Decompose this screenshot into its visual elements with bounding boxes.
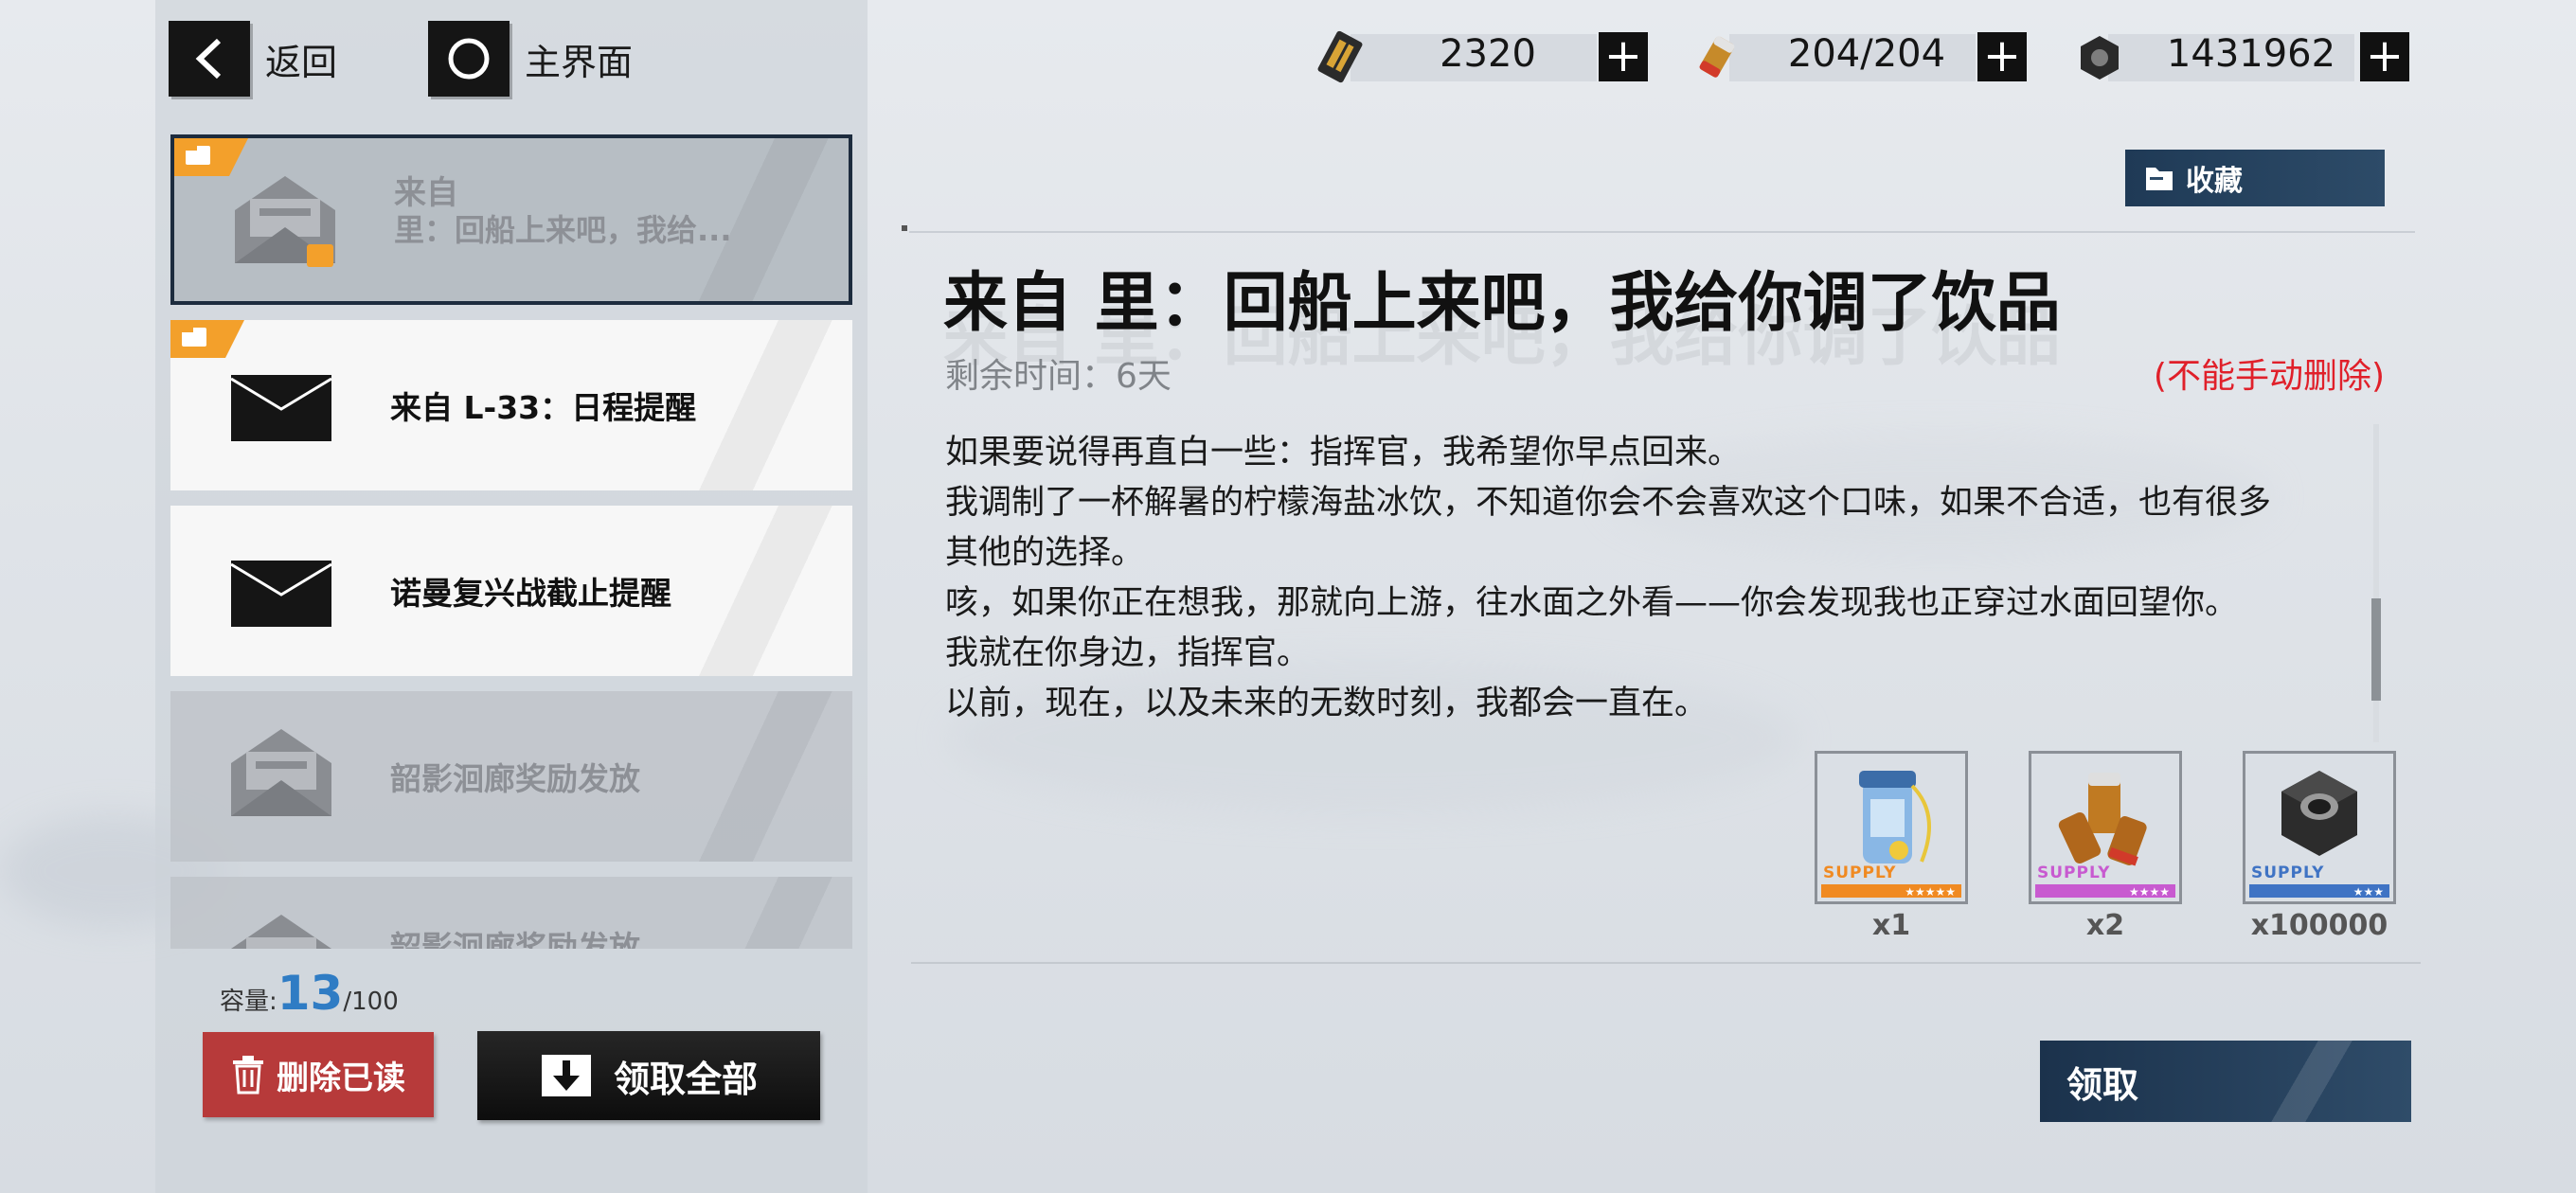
collect-all-button[interactable]: 领取全部	[477, 1031, 820, 1120]
new-flag-icon	[170, 320, 244, 358]
trash-icon	[233, 1056, 263, 1095]
hex-nut-icon	[2281, 771, 2357, 856]
remaining-time: 剩余时间：6天	[945, 357, 1172, 396]
hex-nut-value: 1431962	[2166, 32, 2336, 76]
mail-item[interactable]: 来自 L-33：日程提醒	[170, 320, 852, 490]
delete-read-label: 删除已读	[277, 1059, 405, 1097]
mail-body-line: 我就在你身边，指挥官。	[945, 634, 1311, 672]
rarity-stars: ★★★	[2352, 885, 2384, 899]
hex-nut-icon	[2081, 36, 2119, 80]
chevron-left-icon	[169, 21, 250, 97]
mail-item[interactable]: 诺曼复兴战截止提醒	[170, 506, 852, 676]
open-envelope-icon	[231, 915, 331, 949]
lemon-drink-bottle-icon	[1859, 771, 1931, 864]
bottom-divider	[911, 962, 2421, 964]
mail-item[interactable]: 韶影洄廊奖励发放	[170, 877, 852, 949]
ration-battery-value: 204/204	[1787, 32, 1946, 76]
delete-read-button[interactable]: 删除已读	[203, 1032, 434, 1117]
mail-body-line: 以前，现在，以及未来的无数时刻，我都会一直在。	[945, 685, 1708, 722]
mail-body-line: 其他的选择。	[945, 534, 1145, 572]
capacity-indicator: 容量:13/100	[220, 966, 399, 1021]
back-button[interactable]: 返回	[169, 21, 337, 97]
rarity-stars: ★★★★	[2128, 885, 2170, 899]
reward-quantity: x1	[1871, 909, 1911, 942]
new-flag-icon	[174, 138, 248, 176]
folder-icon	[2146, 168, 2173, 190]
add-ration-battery-button[interactable]: +	[1977, 32, 2027, 81]
circle-home-icon	[428, 21, 510, 97]
battery-cells-icon	[2058, 773, 2147, 866]
open-envelope-icon	[231, 729, 331, 816]
add-hex-nut-button[interactable]: +	[2360, 32, 2409, 81]
ammo-voucher-value: 2320	[1440, 32, 1536, 76]
mail-item[interactable]: 韶影洄廊奖励发放	[170, 691, 852, 862]
home-button[interactable]: 主界面	[428, 21, 633, 97]
reward-item[interactable]: SUPPLY ★★★★★	[1815, 751, 1968, 904]
rarity-stars: ★★★★★	[1905, 885, 1956, 899]
mail-title: 韶影洄廊奖励发放	[390, 929, 640, 949]
mail-title: 来自 L-33：日程提醒	[390, 389, 697, 426]
ration-battery-icon	[1699, 36, 1735, 78]
mail-body-line: 如果要说得再直白一些：指挥官，我希望你早点回来。	[945, 434, 1742, 472]
favorite-button[interactable]: 收藏	[2125, 150, 2385, 206]
header-divider	[909, 231, 2415, 233]
supply-label: SUPPLY	[1823, 864, 1897, 882]
favorite-label: 收藏	[2186, 165, 2243, 198]
reward-item[interactable]: SUPPLY ★★★	[2243, 751, 2396, 904]
back-label: 返回	[265, 41, 338, 83]
mail-body-line: 我调制了一杯解暑的柠檬海盐冰饮，不知道你会不会喜欢这个口味，如果不合适，也有很多	[945, 484, 2272, 522]
reward-quantity: x100000	[2250, 909, 2388, 942]
supply-label: SUPPLY	[2251, 864, 2325, 882]
supply-label: SUPPLY	[2037, 864, 2111, 882]
capacity-current: 13	[277, 966, 344, 1021]
envelope-icon	[231, 375, 331, 441]
scrollbar-thumb[interactable]	[2371, 598, 2381, 701]
download-icon	[541, 1055, 591, 1096]
mail-title: 里：回船上来吧，我给...	[394, 212, 732, 248]
envelope-icon	[231, 561, 331, 627]
ammo-voucher-icon	[1317, 30, 1363, 83]
mail-body-line: 咳，如果你正在想我，那就向上游，往水面之外看——你会发现我也正穿过水面回望你。	[945, 584, 2239, 622]
resource-ammo-voucher: 2320 +	[1313, 28, 1648, 83]
reward-quantity: x2	[2085, 909, 2125, 942]
cannot-delete-notice: (不能手动删除)	[2153, 357, 2385, 396]
mail-detail-title: 来自 里：回船上来吧，我给你调了饮品	[943, 266, 2061, 341]
collect-all-label: 领取全部	[613, 1058, 758, 1100]
open-envelope-icon	[235, 176, 335, 267]
reward-item[interactable]: SUPPLY ★★★★	[2029, 751, 2182, 904]
capacity-max: /100	[343, 988, 399, 1016]
resource-ration-battery: 204/204 +	[1691, 28, 2027, 83]
add-ammo-voucher-button[interactable]: +	[1599, 32, 1648, 81]
claim-label: 领取	[2066, 1063, 2139, 1106]
mail-body: 如果要说得再直白一些：指挥官，我希望你早点回来。 我调制了一杯解暑的柠檬海盐冰饮…	[945, 428, 2356, 729]
home-label: 主界面	[525, 41, 634, 83]
mail-item[interactable]: 来自 里：回船上来吧，我给...	[170, 134, 852, 305]
attachment-icon	[307, 244, 333, 267]
mail-title: 诺曼复兴战截止提醒	[390, 575, 671, 612]
claim-button[interactable]: 领取	[2040, 1041, 2411, 1122]
mail-title: 韶影洄廊奖励发放	[390, 760, 640, 797]
mail-list: 来自 里：回船上来吧，我给... 来自 L-33：日程提醒 诺曼复兴战截止提醒	[170, 134, 852, 949]
capacity-label: 容量:	[220, 988, 277, 1016]
resource-hex-nut: 1431962 +	[2070, 28, 2409, 83]
